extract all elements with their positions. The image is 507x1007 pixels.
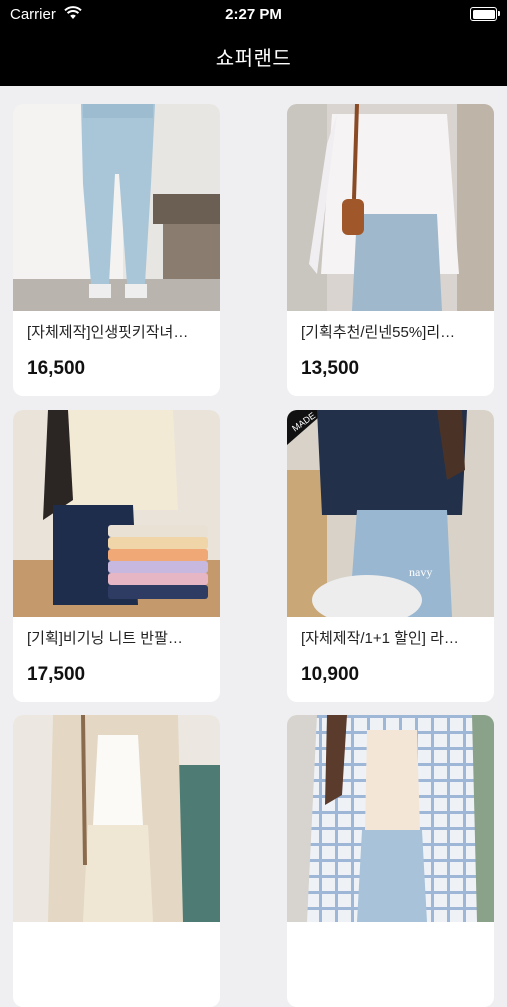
product-name[interactable]: [자체제작/1+1 할인] 라…	[301, 627, 481, 648]
product-card[interactable]: [기획]비기닝 니트 반팔… 17,500	[13, 410, 220, 702]
product-name[interactable]: [기획]비기닝 니트 반팔…	[27, 627, 207, 648]
product-card[interactable]: [기획추천/린넨55%]리… 13,500	[287, 104, 494, 396]
product-card[interactable]: MADE navy [자체제작/1+1 할인] 라… 10,900	[287, 410, 494, 702]
product-card[interactable]	[287, 715, 494, 1007]
status-bar: Carrier 2:27 PM	[0, 0, 507, 30]
status-time: 2:27 PM	[225, 6, 282, 23]
product-image[interactable]	[287, 104, 494, 311]
product-card[interactable]: [자체제작]인생핏키작녀… 16,500	[13, 104, 220, 396]
product-card[interactable]	[13, 715, 220, 1007]
product-image[interactable]	[13, 715, 220, 922]
product-price: 13,500	[301, 358, 360, 379]
battery-icon	[470, 7, 500, 21]
product-price: 16,500	[27, 358, 86, 379]
product-name[interactable]: [자체제작]인생핏키작녀…	[27, 321, 207, 342]
app-header: Carrier 2:27 PM 쇼퍼랜드	[0, 0, 507, 86]
product-image[interactable]	[13, 410, 220, 617]
product-image[interactable]: MADE navy	[287, 410, 494, 617]
image-badge: navy	[409, 565, 432, 579]
product-image[interactable]	[13, 104, 220, 311]
product-price: 17,500	[27, 664, 86, 685]
page-title: 쇼퍼랜드	[215, 48, 292, 70]
product-image[interactable]	[287, 715, 494, 922]
product-price: 10,900	[301, 664, 360, 685]
product-name[interactable]: [기획추천/린넨55%]리…	[301, 321, 481, 342]
